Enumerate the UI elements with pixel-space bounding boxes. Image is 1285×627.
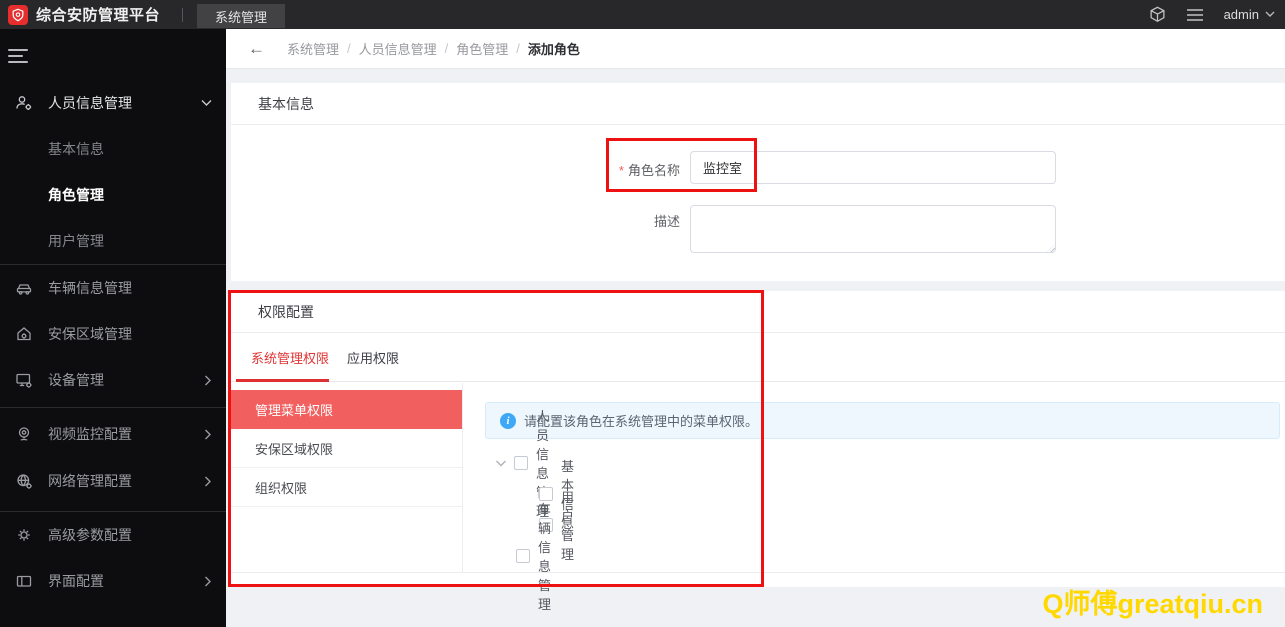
active-tab-underline — [236, 379, 329, 382]
camera-icon — [15, 425, 33, 443]
basic-info-title: 基本信息 — [258, 94, 314, 114]
top-bar: 综合安防管理平台 系统管理 admin — [0, 0, 1285, 29]
sidebar-item-role-management[interactable]: 角色管理 — [0, 172, 226, 218]
breadcrumb-bar: ← 系统管理 / 人员信息管理 / 角色管理 / 添加角色 — [226, 29, 1285, 69]
sidebar: 人员信息管理 基本信息 角色管理 用户管理 车辆信息管理 安保区域管理 设备管理 — [0, 29, 226, 627]
sidebar-item-basic-info[interactable]: 基本信息 — [0, 126, 226, 172]
apps-cube-icon[interactable] — [1149, 6, 1166, 23]
info-icon: i — [500, 413, 516, 429]
role-name-input[interactable] — [690, 151, 1056, 184]
permission-config-section: 权限配置 系统管理权限 应用权限 管理菜单权限 安保区域权限 组织权限 i 请配… — [231, 291, 1285, 587]
tree-expand-caret-icon[interactable] — [495, 459, 507, 468]
permission-tabs: 系统管理权限 应用权限 — [231, 333, 1285, 382]
chevron-right-icon — [204, 375, 212, 386]
sidebar-item-user-management[interactable]: 用户管理 — [0, 218, 226, 264]
sidebar-item-device-management[interactable]: 设备管理 — [0, 357, 226, 403]
sidebar-divider — [0, 407, 226, 408]
sidebar-item-advanced-params[interactable]: 高级参数配置 — [0, 512, 226, 558]
checkbox-vehicle-info[interactable] — [516, 549, 530, 563]
sidebar-item-vehicle-info[interactable]: 车辆信息管理 — [0, 265, 226, 311]
breadcrumb-item[interactable]: 角色管理 — [456, 39, 508, 58]
globe-gear-icon — [15, 472, 33, 490]
tree-row-personnel-info: 人员信息管理 — [495, 448, 549, 478]
sidebar-item-interface-config[interactable]: 界面配置 — [0, 558, 226, 604]
required-asterisk: * — [619, 163, 624, 178]
app-title: 综合安防管理平台 — [36, 4, 160, 25]
tab-application-permission[interactable]: 应用权限 — [343, 333, 403, 382]
chevron-right-icon — [204, 476, 212, 487]
tree-row-vehicle-info: 车辆信息管理 — [516, 541, 551, 571]
user-gear-icon — [15, 94, 33, 112]
tab-system-management-permission[interactable]: 系统管理权限 — [247, 333, 333, 382]
sidebar-item-personnel-info[interactable]: 人员信息管理 — [0, 80, 226, 126]
sidebar-item-security-area[interactable]: 安保区域管理 — [0, 311, 226, 357]
breadcrumb-item[interactable]: 人员信息管理 — [359, 39, 437, 58]
chevron-right-icon — [204, 429, 212, 440]
gear-icon — [15, 526, 33, 544]
description-label: 描述 — [540, 211, 680, 230]
main-content: ← 系统管理 / 人员信息管理 / 角色管理 / 添加角色 基本信息 *角色名称… — [226, 29, 1285, 627]
username: admin — [1224, 7, 1259, 22]
user-menu[interactable]: admin — [1224, 7, 1275, 22]
sidebar-collapse-icon[interactable] — [8, 43, 38, 69]
description-textarea[interactable] — [690, 205, 1056, 253]
home-gear-icon — [15, 325, 33, 343]
role-name-label: *角色名称 — [540, 160, 680, 179]
screen-icon — [15, 572, 33, 590]
breadcrumb: 系统管理 / 人员信息管理 / 角色管理 / 添加角色 — [287, 39, 580, 58]
checkbox-personnel-info[interactable] — [514, 456, 528, 470]
breadcrumb-item[interactable]: 系统管理 — [287, 39, 339, 58]
app-logo-icon — [8, 5, 28, 25]
menu-hamburger-icon[interactable] — [1186, 8, 1204, 22]
sidebar-item-network-management[interactable]: 网络管理配置 — [0, 458, 226, 504]
menu-item-organization-permission[interactable]: 组织权限 — [231, 468, 462, 507]
topbar-divider — [182, 8, 183, 22]
permission-menu: 管理菜单权限 安保区域权限 组织权限 — [231, 383, 463, 573]
menu-item-security-area-permission[interactable]: 安保区域权限 — [231, 429, 462, 468]
permission-config-title: 权限配置 — [258, 302, 314, 322]
device-gear-icon — [15, 371, 33, 389]
chevron-right-icon — [204, 576, 212, 587]
basic-info-section: 基本信息 *角色名称 描述 — [231, 83, 1285, 281]
car-icon — [15, 279, 33, 297]
info-banner-text: 请配置该角色在系统管理中的菜单权限。 — [524, 411, 758, 430]
menu-item-manage-menu-permission[interactable]: 管理菜单权限 — [231, 390, 462, 429]
breadcrumb-current: 添加角色 — [528, 39, 580, 58]
topbar-tab-system-management[interactable]: 系统管理 — [197, 4, 285, 28]
info-banner: i 请配置该角色在系统管理中的菜单权限。 — [485, 402, 1280, 439]
sidebar-item-video-surveillance[interactable]: 视频监控配置 — [0, 411, 226, 457]
chevron-down-icon — [201, 99, 212, 107]
back-arrow-icon[interactable]: ← — [248, 39, 265, 59]
watermark-text: Q师傅greatqiu.cn — [1042, 582, 1263, 621]
